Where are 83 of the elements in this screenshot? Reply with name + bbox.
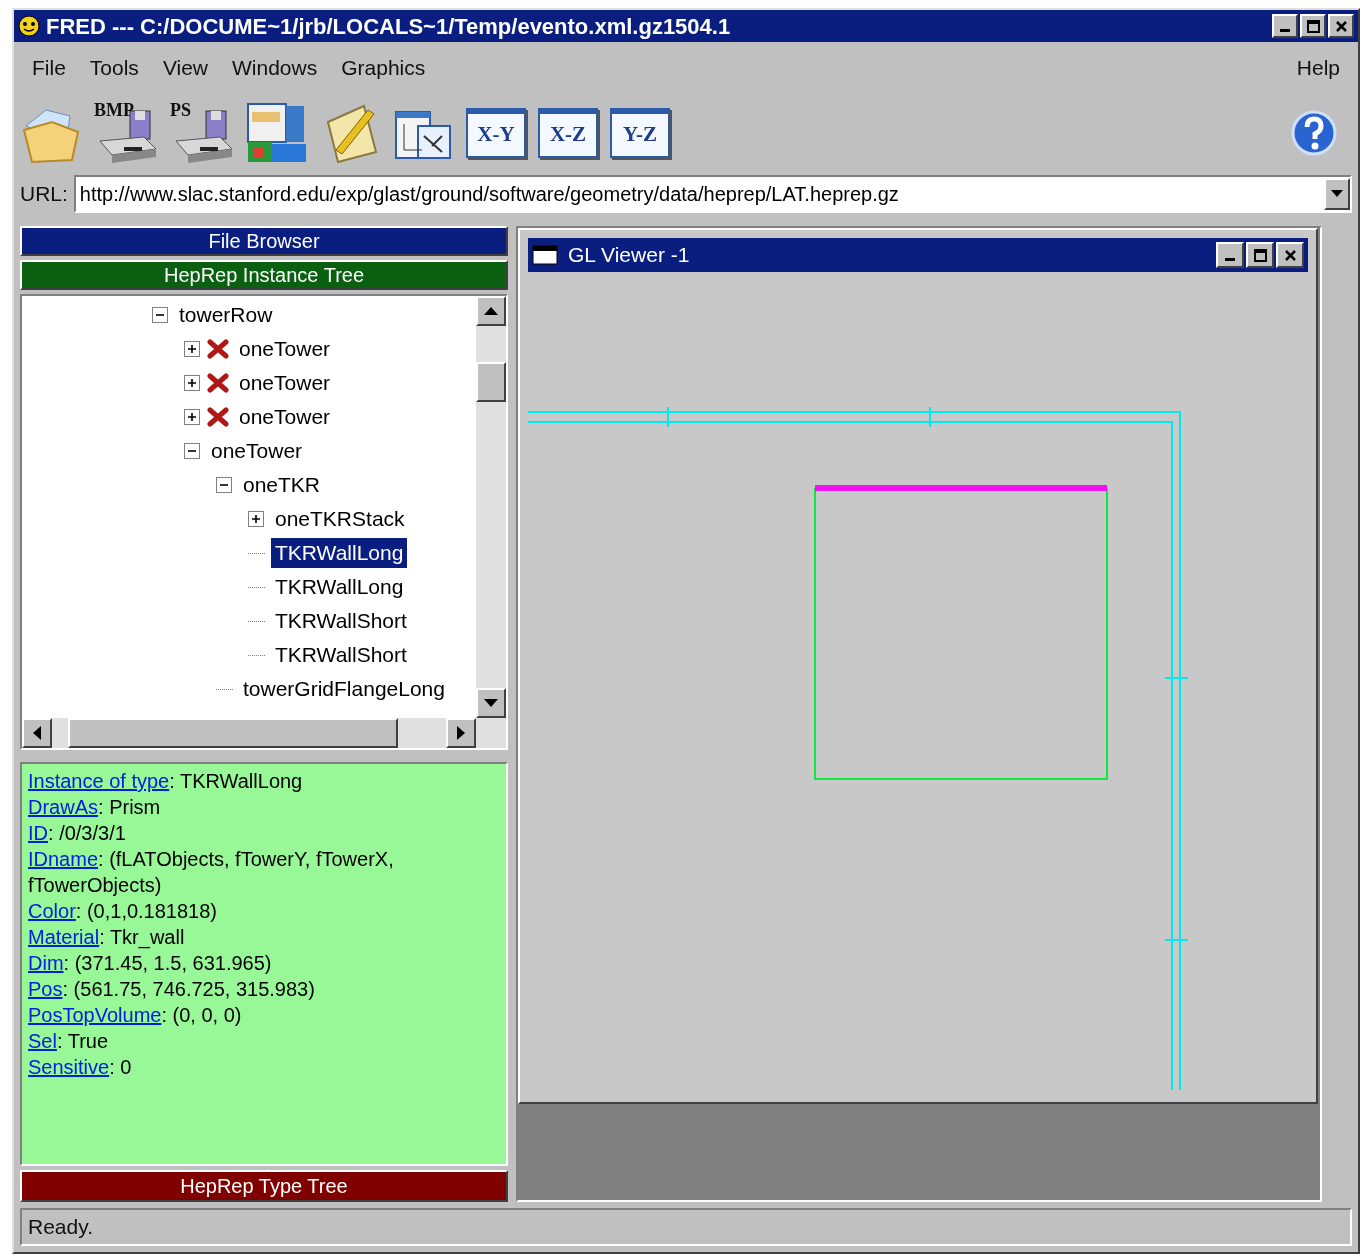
minimize-icon [1225, 257, 1235, 261]
tree-item[interactable]: oneTKR [239, 470, 325, 500]
collapse-icon[interactable] [184, 442, 201, 460]
menu-item[interactable]: Help [1288, 52, 1348, 84]
property-line: IDname: (fLATObjects, fTowerY, fTowerX, fTowerObjects) [28, 847, 395, 898]
close-icon [1334, 19, 1348, 33]
window-layout-icon[interactable] [246, 102, 308, 164]
left-arrow-icon [33, 726, 41, 740]
property-line: Color: (0,1,0.181818) [28, 899, 219, 924]
expand-icon[interactable] [184, 374, 201, 392]
collapse-icon[interactable] [152, 306, 169, 324]
vertical-scrollbar[interactable] [476, 296, 506, 718]
window-title: FRED --- C:/DOCUME~1/jrb/LOCALS~1/Temp/evento.xml.gz1504.1 [46, 12, 732, 41]
tree-item[interactable]: towerRow [175, 300, 277, 330]
tree-item[interactable]: oneTower [207, 436, 307, 466]
property-link[interactable]: Sel [28, 1030, 57, 1052]
tree-item[interactable]: TKRWallLong [271, 572, 408, 602]
view-button[interactable]: X-Y [466, 108, 526, 158]
panel-header[interactable]: HepRep Type Tree [20, 1170, 508, 1202]
maximize-icon [1253, 248, 1267, 262]
property-link[interactable]: Sensitive [28, 1056, 110, 1078]
maximize-icon [1306, 19, 1320, 33]
window-icon [532, 245, 558, 265]
menu-item[interactable]: Tools [81, 52, 147, 84]
tree-item[interactable]: TKRWallShort [271, 606, 411, 636]
menu-item[interactable]: Graphics [333, 52, 434, 84]
expand-icon[interactable] [184, 340, 201, 358]
close-icon [1283, 248, 1297, 262]
property-line: PosTopVolume: (0, 0, 0) [28, 1003, 243, 1028]
minimize-button[interactable] [1272, 14, 1298, 38]
property-link[interactable]: IDname [28, 848, 99, 870]
panel-header[interactable]: File Browser [20, 226, 508, 256]
minimize-icon [1280, 28, 1290, 32]
dropdown-button[interactable] [1324, 178, 1350, 210]
viewer-title: GL Viewer -1 [568, 242, 691, 269]
down-arrow-icon [484, 699, 498, 707]
close-button[interactable] [1328, 14, 1354, 38]
tree-item[interactable]: oneTower [235, 368, 335, 398]
tree-item[interactable]: oneTower [235, 402, 335, 432]
property-line: Pos: (561.75, 746.725, 315.983) [28, 977, 316, 1002]
up-arrow-icon [484, 307, 498, 315]
url-field[interactable]: http://www.slac.stanford.edu/exp/glast/ground/software/geometry/data/heprep/LAT.heprep.gz [73, 175, 1352, 213]
property-link[interactable]: DrawAs [28, 796, 98, 818]
tree-item[interactable]: oneTKRStack [271, 504, 409, 534]
status-bar: Ready. [20, 1208, 1352, 1246]
property-line: Instance of type: TKRWallLong [28, 769, 304, 794]
menu-item[interactable]: Windows [224, 52, 326, 84]
property-line: Material: Tkr_wall [28, 925, 186, 950]
expand-icon[interactable] [248, 510, 265, 528]
maximize-button[interactable] [1246, 242, 1274, 268]
tree-item[interactable]: TKRWallShort [271, 640, 411, 670]
collapse-icon[interactable] [216, 476, 233, 494]
property-line: Sel: True [28, 1029, 110, 1054]
menu-item[interactable]: File [24, 52, 74, 84]
property-link[interactable]: Pos [28, 978, 63, 1000]
property-link[interactable]: ID [28, 822, 48, 844]
property-line: Sensitive: 0 [28, 1055, 133, 1080]
property-link[interactable]: Color [28, 900, 76, 922]
property-link[interactable]: PosTopVolume [28, 1004, 162, 1026]
menu-item[interactable]: View [154, 52, 216, 84]
property-line: Dim: (371.45, 1.5, 631.965) [28, 951, 273, 976]
scrollbar-thumb[interactable] [476, 362, 506, 402]
expand-icon[interactable] [184, 408, 201, 426]
property-line: ID: /0/3/3/1 [28, 821, 127, 846]
horizontal-scrollbar[interactable] [22, 718, 506, 748]
property-line: DrawAs: Prism [28, 795, 162, 820]
tree-item[interactable]: TKRWallLong [271, 538, 408, 568]
view-button[interactable]: Y-Z [610, 108, 670, 158]
caret-icon [1331, 190, 1343, 198]
property-link[interactable]: Material [28, 926, 100, 948]
minimize-button[interactable] [1216, 242, 1244, 268]
panel-header[interactable]: HepRep Instance Tree [20, 260, 508, 290]
tree-item[interactable]: towerGridFlangeLong [239, 674, 449, 704]
right-arrow-icon [457, 726, 465, 740]
close-button[interactable] [1276, 242, 1304, 268]
url-label: URL: [20, 181, 68, 208]
property-link[interactable]: Instance of type [28, 770, 170, 792]
tree-item[interactable]: oneTower [235, 334, 335, 364]
maximize-button[interactable] [1300, 14, 1326, 38]
smiley-icon [18, 15, 40, 37]
property-link[interactable]: Dim [28, 952, 64, 974]
help-icon[interactable] [1290, 109, 1338, 157]
view-button[interactable]: X-Z [538, 108, 598, 158]
